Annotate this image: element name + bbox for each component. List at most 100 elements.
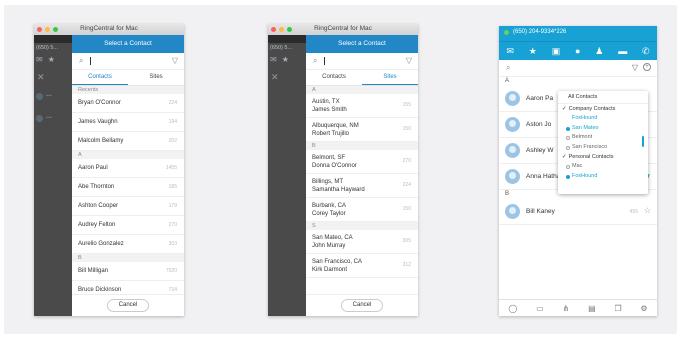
filter-option[interactable]: San Francisco xyxy=(558,143,648,153)
scrollbar[interactable] xyxy=(642,136,644,147)
contact-row[interactable]: Malcolm Bellamy 202 xyxy=(72,132,184,151)
tab-sites[interactable]: Sites xyxy=(362,70,418,85)
search-icon: ⌕ xyxy=(506,63,511,72)
search-icon: ⌕ xyxy=(79,56,84,65)
window-title: RingCentral for Mac xyxy=(314,25,372,32)
contact-row[interactable]: Audrey Felton 270 xyxy=(72,216,184,235)
settings-icon[interactable]: ⚙ xyxy=(640,304,647,313)
close-icon: ✕ xyxy=(271,72,279,82)
contact-filter-dropdown: All Contacts ✓ Company Contacts FoxHound … xyxy=(558,91,648,194)
phone-number: (650) 204-9334*226 xyxy=(513,29,567,35)
bottom-toolbar: ◯ ▭ ⋔ ▤ ❐ ⚙ xyxy=(499,299,657,316)
cancel-button[interactable]: Cancel xyxy=(341,299,383,312)
radio-selected-icon xyxy=(566,126,570,131)
conference-icon[interactable]: ▬ xyxy=(618,46,627,56)
phone-number: (650) 5... xyxy=(270,45,293,51)
list-item: ━━ xyxy=(36,113,70,123)
avatar xyxy=(505,91,520,106)
site-row[interactable]: Burbank, CA Corey Taylor 150 xyxy=(306,198,418,222)
site-row[interactable]: Belmont, SF Donna O'Connor 270 xyxy=(306,150,418,174)
phone-icon[interactable]: ✆ xyxy=(642,46,650,57)
filter-icon[interactable]: ▽ xyxy=(406,56,412,65)
tab-sites[interactable]: Sites xyxy=(128,70,184,85)
title-bar: RingCentral for Mac xyxy=(268,24,418,35)
presence-indicator[interactable] xyxy=(504,30,509,35)
filter-option[interactable]: Belmont xyxy=(558,133,648,143)
star-icon: ★ xyxy=(281,55,289,64)
contacts-window: (650) 204-9334*226 ✉ ★ ▣ ● ♟ ▬ ✆ ⌕ ▽ + A… xyxy=(499,26,657,316)
tab-contacts[interactable]: Contacts xyxy=(72,70,128,85)
tab-bar: Contacts Sites xyxy=(306,70,418,86)
dialog-title: Select a Contact xyxy=(306,35,418,53)
message-icon: ✉ xyxy=(36,55,43,64)
list-item: ━━ xyxy=(36,91,70,101)
filter-option[interactable]: FoxHound xyxy=(558,172,648,182)
tab-contacts[interactable]: Contacts xyxy=(306,70,362,85)
windows-icon[interactable]: ❐ xyxy=(614,304,621,313)
title-bar: RingCentral for Mac xyxy=(34,24,184,35)
favorites-icon[interactable]: ★ xyxy=(529,46,537,57)
site-row[interactable]: Austin, TX James Smith 155 xyxy=(306,94,418,118)
message-icon: ✉ xyxy=(270,55,277,64)
section-header-s: S xyxy=(306,222,418,230)
dialog-title: Select a Contact xyxy=(72,35,184,53)
filter-option[interactable]: San Mateo xyxy=(558,124,648,134)
filter-icon[interactable]: ▽ xyxy=(632,63,638,72)
avatar xyxy=(36,114,43,122)
site-row[interactable]: San Francisco, CA Kirk Darmont 312 xyxy=(306,254,418,278)
section-header-b: B xyxy=(72,254,184,262)
radio-icon xyxy=(566,136,570,140)
filter-icon[interactable]: ▽ xyxy=(172,56,178,65)
site-row[interactable]: Billings, MT Samantha Hayward 224 xyxy=(306,174,418,198)
search-icon: ⌕ xyxy=(313,56,318,65)
tree-icon[interactable]: ⋔ xyxy=(563,304,570,313)
search-input[interactable]: ⌕ ▽ xyxy=(72,53,184,70)
contact-row[interactable]: Bill Kaney 455 ☆ xyxy=(499,199,657,225)
filter-company-link[interactable]: FoxHound xyxy=(558,114,648,124)
section-header-recents: Recents xyxy=(72,86,184,94)
video-icon[interactable]: ▭ xyxy=(536,304,544,313)
search-input[interactable]: ⌕ ▽ + xyxy=(499,60,657,77)
filter-personal-contacts[interactable]: ✓ Personal Contacts xyxy=(558,152,648,162)
filter-option[interactable]: Mac xyxy=(558,162,648,172)
favorite-star-icon[interactable]: ☆ xyxy=(644,206,651,215)
contact-row[interactable]: James Vaughn 194 xyxy=(72,113,184,132)
dialog-footer: Cancel xyxy=(306,294,418,316)
close-icon: ✕ xyxy=(37,72,45,82)
tab-bar: Contacts Sites xyxy=(72,70,184,86)
section-header-a: A xyxy=(306,86,418,94)
avatar xyxy=(505,117,520,132)
text-cursor xyxy=(324,57,325,65)
section-header-b: B xyxy=(306,142,418,150)
contact-row[interactable]: Ashton Cooper 179 xyxy=(72,197,184,216)
calendar-icon[interactable]: ▣ xyxy=(552,46,561,57)
chat-icon[interactable]: ◯ xyxy=(508,304,517,313)
contact-row[interactable]: Abe Thornton 185 xyxy=(72,178,184,197)
select-contact-sheet: Select a Contact ⌕ ▽ Contacts Sites Rece… xyxy=(72,35,184,316)
site-row[interactable]: San Mateo, CA John Murray 305 xyxy=(306,230,418,254)
site-row[interactable]: Albuquerque, NM Robert Trujillo 150 xyxy=(306,118,418,142)
filter-all-contacts[interactable]: All Contacts xyxy=(558,91,648,104)
avatar xyxy=(505,169,520,184)
contacts-icon[interactable]: ♟ xyxy=(595,46,603,57)
avatar xyxy=(505,204,520,219)
contact-row[interactable]: Aaron Paul 1455 xyxy=(72,159,184,178)
contact-picker-window-sites: RingCentral for Mac (650) 5... ✉ ★ ✕ Sele… xyxy=(268,24,418,316)
background-app: (650) 5... ✉ ★ ✕ ━━ ━━ xyxy=(34,43,72,316)
contact-row[interactable]: Bill Milligan 7020 xyxy=(72,262,184,281)
phone-number: (650) 5... xyxy=(36,45,59,51)
contact-picker-window-contacts: RingCentral for Mac (650) 5... ✉ ★ ✕ ━━ ━… xyxy=(34,24,184,316)
background-app: (650) 5... ✉ ★ ✕ xyxy=(268,43,306,316)
search-input[interactable]: ⌕ ▽ xyxy=(306,53,418,70)
cancel-button[interactable]: Cancel xyxy=(107,299,149,312)
avatar xyxy=(36,92,43,100)
messages-icon[interactable]: ✉ xyxy=(506,46,514,57)
checkmark-icon: ✓ xyxy=(562,106,567,112)
presence-icon[interactable]: ● xyxy=(575,46,580,56)
filter-company-contacts[interactable]: ✓ Company Contacts xyxy=(558,104,648,114)
contact-row[interactable]: Aurelio Gonzalez 303 xyxy=(72,235,184,254)
contact-row[interactable]: Bryan O'Connor 224 xyxy=(72,94,184,113)
notes-icon[interactable]: ▤ xyxy=(588,304,596,313)
section-header-a: A xyxy=(72,151,184,159)
add-contact-icon[interactable]: + xyxy=(643,63,651,71)
